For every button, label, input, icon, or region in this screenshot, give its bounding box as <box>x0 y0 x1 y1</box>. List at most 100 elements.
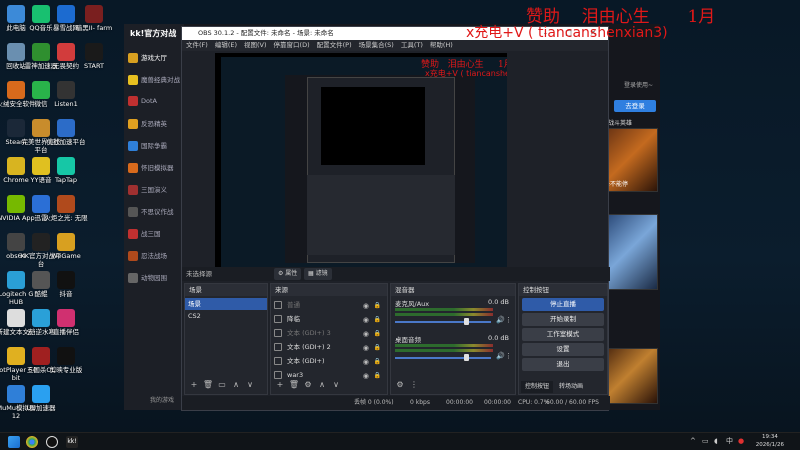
move-up-icon[interactable]: ∧ <box>315 380 329 389</box>
cpu-usage: CPU: 0.7% <box>518 399 550 406</box>
move-down-icon[interactable]: ∨ <box>329 380 343 389</box>
menu-item[interactable]: 文件(F) <box>186 41 208 49</box>
mixer-more-icon[interactable]: ⋮ <box>407 380 421 389</box>
app-tray-icon[interactable]: ● <box>738 437 746 445</box>
tab-transitions[interactable]: 转场动画 <box>555 381 587 393</box>
kk-menu-label: 魔兽经典对战 <box>141 76 180 84</box>
kk-menu-item[interactable]: 战三国 <box>128 228 186 242</box>
desktop-icon[interactable]: 抖音 <box>44 268 88 310</box>
menu-item[interactable]: 视图(V) <box>244 41 267 49</box>
rec-time: 00:00:00 <box>484 399 511 406</box>
kk-login-button[interactable]: 去登录 <box>614 100 656 112</box>
fps: 60.00 / 60.00 FPS <box>546 399 599 406</box>
exit-button[interactable]: 退出 <box>522 358 604 371</box>
volume-fader[interactable] <box>395 321 491 323</box>
kk-menu-item[interactable]: DotA <box>128 96 186 110</box>
visibility-eye-icon[interactable]: ◉ <box>363 327 369 341</box>
menu-item[interactable]: 编辑(E) <box>215 41 237 49</box>
menu-item[interactable]: 工具(T) <box>401 41 423 49</box>
lock-icon[interactable]: 🔒 <box>374 313 381 327</box>
move-up-icon[interactable]: ∧ <box>229 380 243 389</box>
kk-menu-item[interactable]: 三国演义 <box>128 184 186 198</box>
ime-icon[interactable]: 中 <box>726 437 734 445</box>
menu-item[interactable]: 场景集合(S) <box>359 41 394 49</box>
volume-fader[interactable] <box>395 357 491 359</box>
app-icon <box>85 43 103 61</box>
desktop-icon[interactable]: 直播伴侣 <box>44 306 88 348</box>
channel-menu-icon[interactable]: ⋮ <box>505 316 512 324</box>
kk-menu-item[interactable]: 忍法战场 <box>128 250 186 264</box>
filters-button[interactable]: ▦ 滤镜 <box>304 268 332 280</box>
kk-menu-label: DotA <box>141 97 157 105</box>
network-icon[interactable]: ▭ <box>702 437 710 445</box>
lock-icon[interactable]: 🔒 <box>374 341 381 355</box>
properties-button[interactable]: ⚙ 属性 <box>274 268 302 280</box>
menu-item[interactable]: 帮助(H) <box>430 41 453 49</box>
move-down-icon[interactable]: ∨ <box>243 380 257 389</box>
kk-menu-item[interactable]: 动物园围 <box>128 272 186 286</box>
lock-icon[interactable]: 🔒 <box>374 299 381 313</box>
lock-icon[interactable]: 🔒 <box>374 327 381 341</box>
speaker-icon[interactable]: 🔊 <box>496 352 505 360</box>
lock-icon[interactable]: 🔒 <box>374 355 381 369</box>
visibility-eye-icon[interactable]: ◉ <box>363 313 369 327</box>
kk-menu-item[interactable]: 国际争霸 <box>128 140 186 154</box>
tray-up-icon[interactable]: ^ <box>690 437 698 445</box>
add-scene-icon[interactable]: + <box>187 380 201 389</box>
obs-window[interactable]: OBS 30.1.2 - 配置文件: 未命名 - 场景: 未命名 – □ ✕ 文… <box>181 26 610 411</box>
desktop-icon[interactable]: 火炬之光: 无限 <box>44 192 88 234</box>
source-row[interactable]: 文本 (GDI+) 3 ◉ 🔒 <box>271 326 387 340</box>
game-icon <box>128 229 138 239</box>
settings-button[interactable]: 设置 <box>522 343 604 356</box>
source-row[interactable]: 文本 (GDI+) ◉ 🔒 <box>271 354 387 368</box>
desktop-icon[interactable]: Listen1 <box>44 78 88 120</box>
desktop-icon[interactable]: 剪映专业版 <box>44 344 88 386</box>
chrome-taskbar-icon[interactable] <box>26 436 38 448</box>
menu-item[interactable]: 停靠窗口(D) <box>274 41 310 49</box>
desktop-icon[interactable]: UU加速器 <box>19 382 63 424</box>
visibility-eye-icon[interactable]: ◉ <box>363 299 369 313</box>
scene-item[interactable]: CS2 <box>185 310 267 322</box>
start-recording-button[interactable]: 开始录制 <box>522 313 604 326</box>
volume-icon[interactable]: ◖ <box>714 437 722 445</box>
source-row[interactable]: 降临 ◉ 🔒 <box>271 312 387 326</box>
studio-mode-button[interactable]: 工作室模式 <box>522 328 604 341</box>
source-row[interactable]: 文本 (GDI+) 2 ◉ 🔒 <box>271 340 387 354</box>
fader-knob[interactable] <box>464 354 470 361</box>
add-source-icon[interactable]: + <box>273 380 287 389</box>
kk-bottom-link[interactable]: 我的游戏 <box>150 395 174 404</box>
desktop-icon[interactable]: 暗黑II- farm <box>72 2 116 44</box>
kk-menu-item[interactable]: 魔兽经典对战 <box>128 74 186 88</box>
scene-filter-icon[interactable]: ▭ <box>215 380 229 389</box>
preview-nested-desktop: 赞助 泪由心生 1月 x充电+V ( tiancanshenxian3) <box>221 57 507 271</box>
desktop-icon[interactable]: 优社加速平台 <box>44 116 88 158</box>
mixer-settings-icon[interactable]: ⚙ <box>393 380 407 389</box>
desktop-icon[interactable]: START <box>72 40 116 82</box>
visibility-eye-icon[interactable]: ◉ <box>363 355 369 369</box>
obs-preview[interactable]: 赞助 泪由心生 1月 x充电+V ( tiancanshenxian3) <box>215 53 507 273</box>
speaker-icon[interactable]: 🔊 <box>496 316 505 324</box>
tab-controls[interactable]: 控制按钮 <box>521 381 554 393</box>
scene-item[interactable]: 场景 <box>185 298 267 310</box>
kk-menu-item[interactable]: 怀旧模拟器 <box>128 162 186 176</box>
kk-taskbar-icon[interactable]: kk! <box>66 436 78 448</box>
volume-meter <box>395 313 493 316</box>
kk-menu-item[interactable]: 不思议作战 <box>128 206 186 220</box>
remove-source-icon[interactable]: 🗑 <box>287 380 301 389</box>
kk-menu-item[interactable]: 游戏大厅 <box>128 52 186 66</box>
remove-scene-icon[interactable]: 🗑 <box>201 380 215 389</box>
kk-menu-item[interactable]: 反恐精英 <box>128 118 186 132</box>
clock[interactable]: 19:34 2026/1/26 <box>756 434 784 449</box>
obs-taskbar-icon[interactable] <box>46 436 58 448</box>
source-row[interactable]: 普通 ◉ 🔒 <box>271 298 387 312</box>
source-settings-icon[interactable]: ⚙ <box>301 380 315 389</box>
desktop-icon[interactable]: TapTap <box>44 154 88 196</box>
start-icon[interactable] <box>8 436 20 448</box>
source-type-icon <box>274 329 282 337</box>
menu-item[interactable]: 配置文件(P) <box>317 41 352 49</box>
desktop-icon[interactable]: WeGame <box>44 230 88 272</box>
stop-streaming-button[interactable]: 停止直播 <box>522 298 604 311</box>
visibility-eye-icon[interactable]: ◉ <box>363 341 369 355</box>
fader-knob[interactable] <box>464 318 470 325</box>
channel-menu-icon[interactable]: ⋮ <box>505 352 512 360</box>
